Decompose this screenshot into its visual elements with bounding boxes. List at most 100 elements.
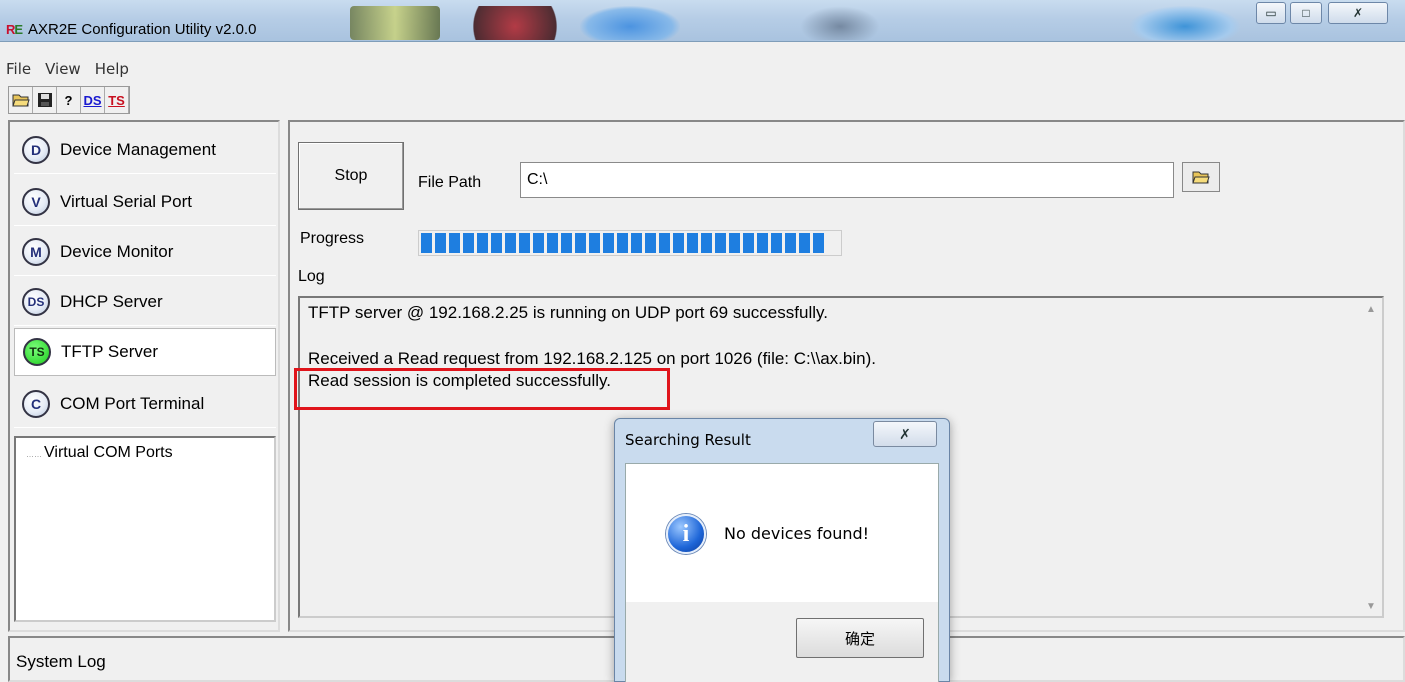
sidebar-item-label: DHCP Server [60,291,163,311]
file-path-label: File Path [418,174,482,191]
maximize-button[interactable]: □ [1290,2,1322,24]
searching-result-dialog: Searching Result ✗ i No devices found! 确… [614,418,950,682]
menu-help[interactable]: Help [95,60,129,78]
com-port-terminal-icon: C [22,389,50,418]
sidebar-item-label: Device Monitor [60,241,174,261]
progress-segment [743,233,754,253]
progress-segment [771,233,782,253]
sidebar-item-com-port-terminal[interactable]: C COM Port Terminal [14,380,276,428]
menu-bar: File View Help [0,56,1405,82]
minimize-button[interactable]: ▭ [1256,2,1286,24]
progress-segment [617,233,628,253]
progress-segment [645,233,656,253]
menu-file[interactable]: File [6,60,31,78]
progress-segment [813,233,824,253]
maximize-icon: □ [1302,6,1310,20]
minimize-icon: ▭ [1265,6,1277,20]
progress-segment [449,233,460,253]
background-decoration [580,6,680,40]
sidebar-item-tftp-server[interactable]: TS TFTP Server [14,328,276,376]
sidebar-item-dhcp-server[interactable]: DS DHCP Server [14,278,276,326]
tftp-server-icon: TS [23,338,51,366]
sidebar-item-virtual-serial-port[interactable]: V Virtual Serial Port [14,178,276,226]
sidebar-item-label: TFTP Server [61,342,158,361]
file-path-input[interactable] [520,162,1174,198]
help-button[interactable]: ? [57,87,81,113]
sidebar: D Device Management V Virtual Serial Por… [8,120,280,632]
close-icon: ✗ [1352,6,1364,20]
dialog-footer: 确定 [626,602,938,682]
progress-segment [785,233,796,253]
progress-segment [435,233,446,253]
dialog-message: No devices found! [724,524,870,543]
progress-bar [418,230,842,256]
app-icon: RE [6,22,23,37]
progress-segment [673,233,684,253]
progress-segment [533,233,544,253]
dhcp-server-icon: DS [22,287,50,316]
close-button[interactable]: ✗ [1328,2,1388,24]
sidebar-item-device-management[interactable]: D Device Management [14,126,276,174]
sidebar-item-label: COM Port Terminal [60,393,205,413]
progress-segment [729,233,740,253]
tftp-server-toolbar-button[interactable]: TS [105,87,129,113]
open-folder-icon [1192,171,1210,184]
stop-button[interactable]: Stop [298,142,404,210]
sidebar-item-label: Virtual Serial Port [60,191,192,211]
progress-segment [463,233,474,253]
virtual-com-ports-tree[interactable]: Virtual COM Ports [14,436,276,622]
browse-button[interactable] [1182,162,1220,192]
progress-segment [757,233,768,253]
progress-segment [491,233,502,253]
progress-segment [589,233,600,253]
open-folder-icon [11,94,30,107]
close-icon: ✗ [899,425,911,442]
window-title: AXR2E Configuration Utility v2.0.0 [28,21,257,38]
progress-label: Progress [300,230,365,247]
background-decoration [1130,6,1240,40]
dialog-title: Searching Result [625,431,751,449]
save-button[interactable] [33,87,57,113]
progress-segment [687,233,698,253]
log-label: Log [298,268,325,285]
progress-segment [519,233,530,253]
dialog-close-button[interactable]: ✗ [873,421,937,447]
progress-segment [561,233,572,253]
progress-segment [547,233,558,253]
background-decoration [460,6,570,40]
dhcp-server-toolbar-button[interactable]: DS [81,87,105,113]
progress-segment [659,233,670,253]
dialog-body: i No devices found! 确定 [625,463,939,682]
log-scrollbar[interactable]: ▲ ▼ [1362,300,1380,616]
sidebar-item-label: Device Management [60,139,216,159]
device-monitor-icon: M [22,237,50,266]
highlight-box [294,368,670,410]
progress-segment [421,233,432,253]
menu-view[interactable]: View [45,60,81,78]
progress-segment [505,233,516,253]
progress-segment [603,233,614,253]
title-bar: RE AXR2E Configuration Utility v2.0.0 ▭ … [0,0,1405,42]
log-line: Received a Read request from 192.168.2.1… [308,349,876,368]
background-decoration [350,6,440,40]
system-log-label: System Log [16,652,106,671]
progress-segment [715,233,726,253]
background-decoration [800,6,880,40]
progress-fill [421,233,824,253]
info-icon: i [666,514,706,554]
scroll-down-icon[interactable]: ▼ [1366,601,1376,612]
toolbar: ? DS TS [8,86,130,114]
scroll-up-icon[interactable]: ▲ [1366,304,1376,315]
progress-segment [477,233,488,253]
progress-segment [575,233,586,253]
progress-segment [701,233,712,253]
help-icon: ? [64,92,73,108]
device-management-icon: D [22,135,50,164]
ok-button[interactable]: 确定 [796,618,924,658]
virtual-serial-port-icon: V [22,187,50,216]
tree-item-virtual-com-ports[interactable]: Virtual COM Ports [26,444,264,462]
log-line: TFTP server @ 192.168.2.25 is running on… [308,303,828,322]
sidebar-item-device-monitor[interactable]: M Device Monitor [14,228,276,276]
open-button[interactable] [9,87,33,113]
